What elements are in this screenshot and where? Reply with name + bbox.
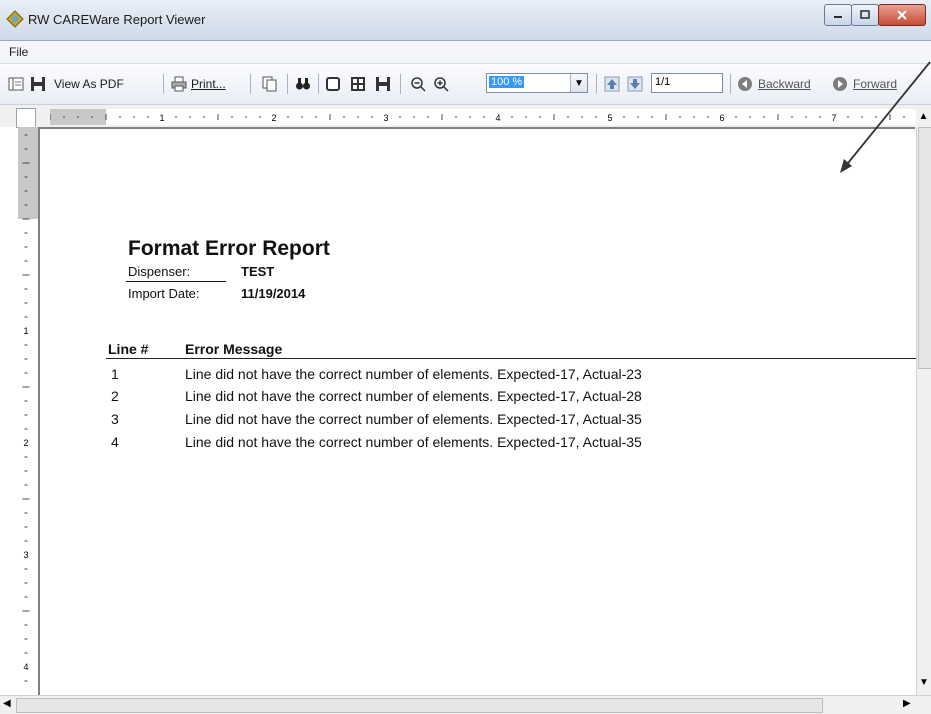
single-page-button[interactable]	[325, 73, 341, 95]
table-row-line: 4	[111, 434, 119, 450]
table-row-message: Line did not have the correct number of …	[185, 434, 642, 450]
minimize-button[interactable]	[824, 4, 852, 26]
scroll-left-button[interactable]: ◀	[3, 698, 11, 709]
backward-label: Backward	[758, 77, 811, 91]
table-row-message: Line did not have the correct number of …	[185, 411, 642, 427]
view-as-pdf-button[interactable]: View As PDF	[30, 73, 124, 95]
scroll-down-button[interactable]: ▼	[919, 677, 929, 688]
chevron-down-icon[interactable]: ▼	[570, 74, 587, 92]
dispenser-label: Dispenser:	[128, 264, 191, 279]
ruler-label: 4	[23, 662, 28, 672]
copy-icon	[262, 76, 277, 92]
menu-bar: File	[0, 41, 931, 64]
horizontal-scroll-thumb[interactable]	[16, 698, 823, 713]
toolbar-separator	[318, 74, 319, 94]
toolbar-separator	[250, 74, 251, 94]
single-page-icon	[326, 77, 340, 91]
dispenser-value: TEST	[241, 264, 275, 279]
careware-logo-icon	[6, 10, 24, 28]
view-as-pdf-label: View As PDF	[54, 77, 124, 91]
horizontal-ruler: 1234567	[50, 109, 918, 125]
page-down-icon	[627, 76, 643, 92]
table-row-line: 3	[111, 411, 119, 427]
toolbar-separator	[163, 74, 164, 94]
close-icon	[897, 10, 907, 20]
print-button[interactable]: Print...	[171, 73, 226, 95]
zoom-select[interactable]: 100 % ▼	[486, 73, 588, 93]
dispenser-underline	[126, 281, 226, 282]
title-bar: RW CAREWare Report Viewer	[0, 0, 931, 41]
page-number-input[interactable]: 1/1	[651, 73, 723, 93]
toolbar: View As PDF Print... 100 % ▼ 1/1 Backwar…	[0, 64, 931, 105]
ruler-label: 6	[719, 113, 724, 123]
ruler-label: 2	[271, 113, 276, 123]
minimize-icon	[834, 16, 842, 18]
ruler-label: 5	[607, 113, 612, 123]
continuous-view-button[interactable]	[375, 73, 391, 95]
vertical-scroll-thumb[interactable]	[918, 127, 931, 369]
ruler-row: 1234567 ▲	[0, 105, 931, 128]
sidebar-icon	[8, 77, 24, 91]
column-header-line: Line #	[108, 341, 149, 357]
window-title: RW CAREWare Report Viewer	[28, 12, 206, 27]
continuous-view-icon	[376, 77, 390, 91]
ruler-label: 4	[495, 113, 500, 123]
ruler-label: 1	[23, 326, 28, 336]
multi-page-button[interactable]	[350, 73, 366, 95]
back-arrow-icon	[738, 77, 752, 91]
first-page-button[interactable]	[604, 73, 620, 95]
vertical-ruler: 1 2 3 4	[18, 127, 38, 695]
import-date-label: Import Date:	[128, 286, 200, 301]
report-title: Format Error Report	[128, 237, 330, 260]
zoom-in-button[interactable]	[433, 73, 449, 95]
ruler-label: 3	[383, 113, 388, 123]
ruler-label: 1	[159, 113, 164, 123]
ruler-label: 3	[23, 550, 28, 560]
header-divider	[106, 358, 916, 359]
import-date-value: 11/19/2014	[241, 286, 306, 301]
copy-button[interactable]	[262, 73, 278, 95]
maximize-button[interactable]	[851, 4, 879, 26]
toolbar-separator	[400, 74, 401, 94]
toolbar-separator	[730, 74, 731, 94]
table-row-message: Line did not have the correct number of …	[185, 388, 642, 404]
maximize-icon	[860, 10, 870, 19]
binoculars-icon	[296, 78, 310, 90]
multi-page-icon	[351, 77, 365, 91]
print-label: Print...	[191, 77, 226, 91]
toolbar-separator	[596, 74, 597, 94]
backward-button[interactable]: Backward	[737, 73, 811, 95]
ruler-label: 2	[23, 438, 28, 448]
printer-icon	[171, 76, 187, 92]
column-header-error-message: Error Message	[185, 341, 283, 357]
vertical-scrollbar[interactable]: ▼	[916, 127, 931, 695]
ruler-corner	[16, 108, 36, 128]
zoom-out-icon	[411, 77, 426, 92]
find-button[interactable]	[295, 73, 311, 95]
menu-file[interactable]: File	[9, 45, 28, 59]
toolbar-separator	[287, 74, 288, 94]
next-page-button[interactable]	[627, 73, 643, 95]
page-number-value: 1/1	[655, 76, 671, 88]
table-row-line: 1	[111, 366, 119, 382]
zoom-in-icon	[434, 77, 449, 92]
page-up-icon	[604, 76, 620, 92]
table-row-message: Line did not have the correct number of …	[185, 366, 642, 382]
scroll-right-button[interactable]: ▶	[903, 698, 911, 709]
close-button[interactable]	[878, 4, 926, 26]
zoom-out-button[interactable]	[410, 73, 426, 95]
horizontal-scrollbar[interactable]: ◀ ▶	[0, 695, 931, 714]
save-disk-icon	[31, 77, 45, 91]
table-row-line: 2	[111, 388, 119, 404]
zoom-value: 100 %	[489, 76, 525, 88]
toggle-sidebar-button[interactable]	[8, 73, 24, 95]
